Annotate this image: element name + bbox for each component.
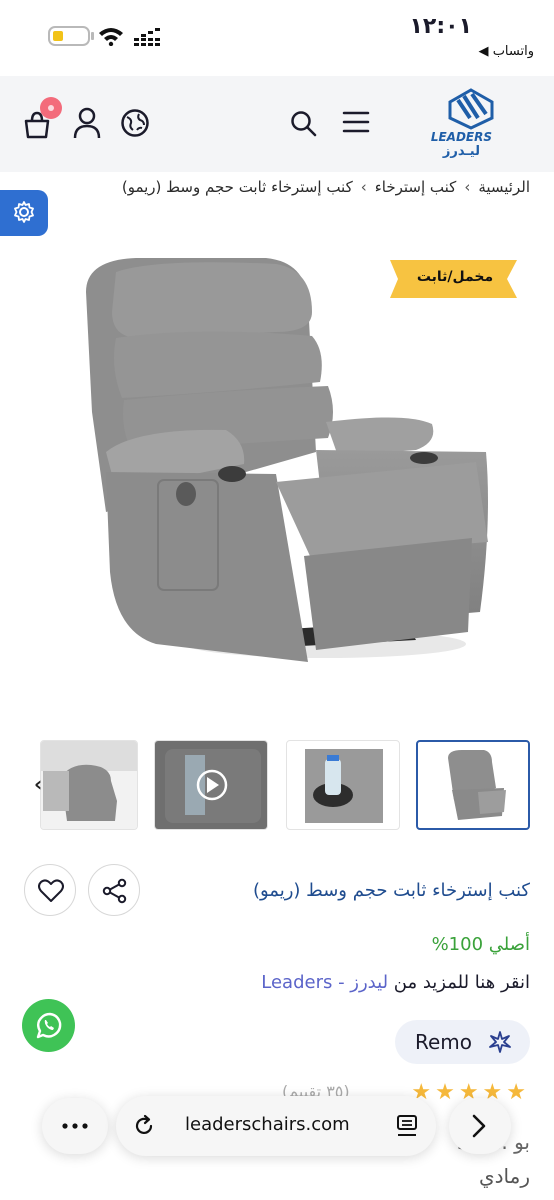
thumbnail-video[interactable] — [154, 740, 268, 830]
globe-icon[interactable] — [120, 108, 150, 138]
thumbnail-image — [448, 750, 506, 820]
product-image[interactable] — [76, 252, 496, 672]
browser-more-button[interactable] — [42, 1098, 108, 1154]
whatsapp-icon — [36, 1012, 62, 1039]
settings-tab[interactable] — [0, 190, 48, 236]
brand-link[interactable]: ليدرز - Leaders — [261, 972, 388, 993]
thumbnail-prev-chevron-icon[interactable]: ‹ — [34, 772, 42, 796]
thumbnail-1[interactable] — [40, 740, 138, 830]
status-time: ١٢:٠١ — [409, 14, 472, 39]
share-button[interactable] — [88, 864, 140, 916]
breadcrumb-category[interactable]: كنب إسترخاء — [375, 178, 457, 196]
browser-forward-button[interactable] — [449, 1098, 511, 1154]
menu-icon[interactable] — [342, 110, 370, 134]
share-icon — [102, 878, 127, 904]
more-from-brand-row: انقر هنا للمزيد من ليدرز - Leaders — [261, 972, 530, 993]
breadcrumb-separator: › — [464, 178, 471, 196]
breadcrumb-separator: › — [360, 178, 367, 196]
ellipsis-icon — [62, 1123, 88, 1129]
signal-icon — [134, 28, 160, 46]
variant-label: Remo — [414, 1030, 472, 1054]
more-from-prefix: انقر هنا للمزيد من — [393, 972, 530, 993]
thumbnail-3[interactable] — [286, 740, 400, 830]
back-to-app-link[interactable]: ◀ واتساب — [479, 44, 534, 59]
leaders-logo-icon[interactable] — [448, 88, 494, 130]
logo-text-en: LEADERS — [430, 130, 492, 144]
reload-icon[interactable] — [132, 1114, 156, 1138]
battery-nub — [91, 32, 94, 40]
wifi-icon — [99, 28, 123, 46]
battery-icon — [48, 26, 90, 46]
thumbnail-image — [305, 749, 383, 823]
logo-text-ar: ليـدرز — [442, 144, 480, 159]
product-tag-label: مخمل/ثابت — [416, 269, 494, 285]
whatsapp-button[interactable] — [22, 999, 75, 1052]
color-label: رمادي — [478, 1164, 530, 1188]
battery-level — [53, 31, 63, 41]
thumbnail-image — [41, 741, 137, 829]
breadcrumb: الرئيسية › كنب إسترخاء › كنب إسترخاء ثابت حج… — [0, 178, 530, 202]
heart-icon — [38, 879, 64, 902]
browser-url-text: leaderschairs.com — [185, 1114, 350, 1135]
sparkle-icon — [489, 1031, 511, 1053]
user-account-icon[interactable] — [72, 106, 102, 140]
breadcrumb-home[interactable]: الرئيسية — [478, 178, 530, 196]
gear-icon — [14, 201, 34, 223]
breadcrumb-current: كنب إسترخاء ثابت حجم وسط (ريمو) — [121, 178, 353, 196]
original-badge-text: أصلي 100% — [431, 934, 530, 955]
product-title: كنب إسترخاء ثابت حجم وسط (ريمو) — [252, 880, 530, 901]
wishlist-button[interactable] — [24, 864, 76, 916]
thumbnail-4-selected[interactable] — [416, 740, 530, 830]
chevron-right-icon — [472, 1114, 486, 1138]
reader-mode-icon[interactable] — [396, 1114, 418, 1138]
cart-count-badge — [40, 97, 62, 119]
search-icon[interactable] — [290, 110, 318, 138]
thumbnail-image — [155, 741, 267, 829]
